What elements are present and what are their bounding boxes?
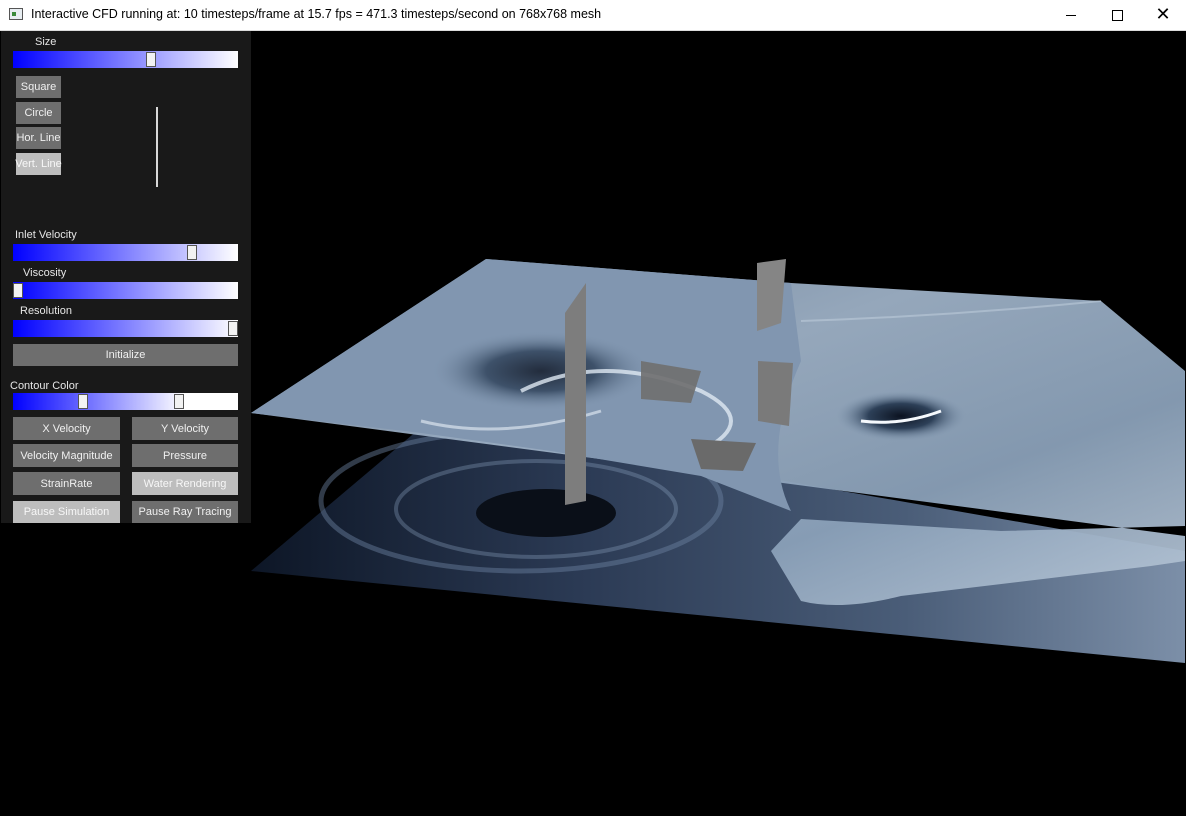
velocity-magnitude-button[interactable]: Velocity Magnitude: [13, 444, 120, 467]
app-icon: [9, 8, 23, 20]
obstacle-plate: [565, 283, 586, 505]
title-bar: Interactive CFD running at: 10 timesteps…: [0, 0, 1186, 31]
minimize-button[interactable]: [1048, 0, 1094, 30]
shape-preview-vertical-line: [156, 107, 158, 187]
pause-ray-tracing-button[interactable]: Pause Ray Tracing: [132, 501, 238, 523]
inlet-velocity-slider[interactable]: [13, 244, 238, 261]
size-slider-thumb[interactable]: [146, 52, 156, 67]
maximize-icon: [1111, 9, 1123, 21]
hor-line-shape-button[interactable]: Hor. Line: [16, 127, 61, 149]
minimize-icon: [1066, 14, 1076, 16]
initialize-button[interactable]: Initialize: [13, 344, 238, 366]
viscosity-label: Viscosity: [23, 267, 67, 279]
contour-max-thumb[interactable]: [174, 394, 184, 409]
x-velocity-button[interactable]: X Velocity: [13, 417, 120, 440]
strainrate-button[interactable]: StrainRate: [13, 472, 120, 495]
size-label: Size: [35, 36, 57, 48]
square-shape-button[interactable]: Square: [16, 76, 61, 98]
resolution-thumb[interactable]: [228, 321, 238, 336]
resolution-label: Resolution: [20, 305, 72, 317]
pause-simulation-button[interactable]: Pause Simulation: [13, 501, 120, 523]
size-slider[interactable]: [13, 51, 238, 68]
resolution-slider[interactable]: [13, 320, 238, 337]
water-rendering-button[interactable]: Water Rendering: [132, 472, 238, 495]
close-button[interactable]: ✕: [1140, 0, 1186, 30]
inlet-velocity-label: Inlet Velocity: [15, 229, 77, 241]
inlet-velocity-thumb[interactable]: [187, 245, 197, 260]
vert-line-shape-button[interactable]: Vert. Line: [15, 153, 62, 175]
close-icon: ✕: [1155, 4, 1171, 25]
pressure-button[interactable]: Pressure: [132, 444, 238, 467]
contour-color-range: [13, 393, 184, 410]
window-title: Interactive CFD running at: 10 timesteps…: [31, 7, 602, 21]
circle-shape-button[interactable]: Circle: [16, 102, 61, 124]
obstacle-plate: [758, 361, 793, 426]
contour-color-slider[interactable]: [13, 393, 238, 410]
viscosity-thumb[interactable]: [13, 283, 23, 298]
contour-color-label: Contour Color: [10, 380, 79, 392]
control-panel: Size Square Circle Hor. Line Vert. Line …: [1, 31, 251, 523]
viscosity-slider[interactable]: [13, 282, 238, 299]
maximize-button[interactable]: [1094, 0, 1140, 30]
contour-min-thumb[interactable]: [78, 394, 88, 409]
y-velocity-button[interactable]: Y Velocity: [132, 417, 238, 440]
